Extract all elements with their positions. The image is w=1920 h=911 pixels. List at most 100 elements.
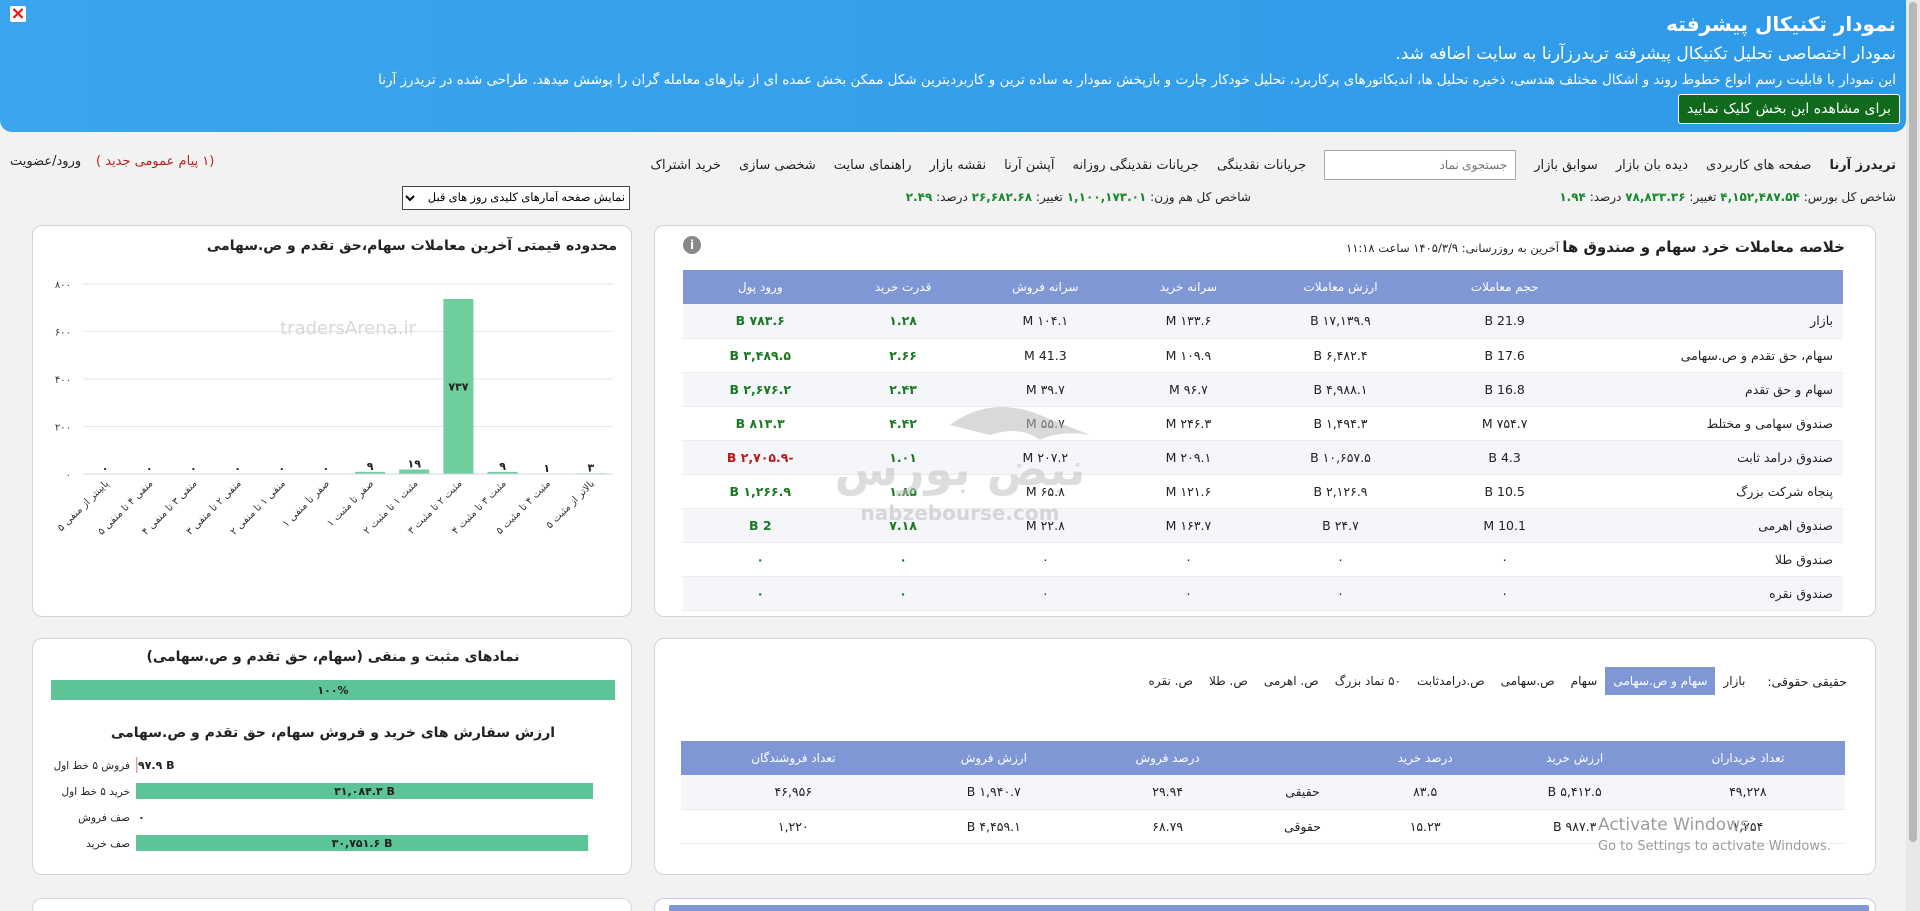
data-label: ۰	[146, 462, 153, 475]
search-input[interactable]	[1324, 150, 1517, 180]
login-link[interactable]: ورود/عضویت	[10, 154, 81, 169]
nav-item-cashflow[interactable]: جریانات نقدینگی	[1217, 158, 1306, 173]
total-index: شاخص کل بورس: ۴,۱۵۲,۴۸۷.۵۴ تغییر: ۷۸,۸۳۳…	[1559, 190, 1896, 204]
row-name: صندوق سهامی و مختلط	[1583, 406, 1843, 441]
y-tick-label: ۶۰۰	[55, 328, 71, 339]
tab-market[interactable]: بازار	[1715, 667, 1753, 695]
total-change-value: ۷۸,۸۳۳.۳۶	[1625, 190, 1686, 204]
summary-header	[1583, 270, 1843, 304]
total-change-label: تغییر:	[1689, 190, 1717, 204]
table-cell: ۴,۴۵۹.۱ B	[905, 809, 1083, 844]
promo-banner: نمودار تکنیکال پیشرفته نمودار اختصاصی تح…	[0, 0, 1906, 132]
nav-item-personalize[interactable]: شخصی سازی	[739, 158, 816, 173]
data-label: ۰	[278, 462, 285, 475]
tab-equity-funds[interactable]: ص.سهامی	[1493, 667, 1563, 695]
summary-header: ورود پول	[683, 270, 838, 304]
table-cell: ۱۵.۲۳	[1351, 809, 1499, 844]
nav-item-watch[interactable]: دیده بان بازار	[1616, 158, 1688, 173]
info-icon[interactable]: i	[683, 236, 701, 254]
data-label: ۹	[367, 460, 374, 473]
real-legal-header: درصد خرید	[1351, 741, 1499, 775]
previous-days-select[interactable]: نمایش صفحه آمارهای کلیدی روز های قبل	[402, 186, 630, 210]
table-cell: ۰	[1254, 542, 1427, 577]
table-cell: ۰	[683, 542, 838, 577]
nav-item-history[interactable]: سوابق بازار	[1534, 158, 1598, 173]
order-category: خرید ۵ خط اول	[62, 786, 130, 798]
table-cell: ۶۸.۷۹	[1082, 809, 1254, 844]
row-name: صندوق نقره	[1583, 576, 1843, 611]
table-cell: ۱۲۱.۶ M	[1122, 474, 1255, 509]
real-legal-header: تعداد خریداران	[1650, 741, 1845, 775]
eq-pct-value: ۲.۴۹	[905, 190, 933, 204]
messages-link[interactable]: (۱ پیام عمومی جدید )	[96, 154, 214, 169]
nav-item-daily-cashflow[interactable]: جریانات نقدینگی روزانه	[1072, 158, 1198, 173]
table-row: صندوق طلا ۰ ۰ ۰ ۰ ۰ ۰	[683, 542, 1843, 577]
table-cell: ۲.۶۶	[837, 338, 969, 373]
table-cell: ۰	[1426, 576, 1583, 611]
eq-pct-label: درصد:	[936, 190, 968, 204]
watermark-url: nabzebourse.com	[861, 501, 1060, 525]
table-row: بازار 21.9 B ۱۷,۱۳۹.۹ B ۱۳۳.۶ M ۱۰۴.۱ M ۱.۲۸ ۷…	[683, 304, 1843, 339]
banner-description: این نمودار با قابلیت رسم انواع خطوط روند…	[378, 72, 1896, 88]
nav-item-option[interactable]: آپشن آرنا	[1004, 158, 1054, 173]
tab-fixed-income[interactable]: ص.درامدثابت	[1409, 667, 1493, 695]
eq-change-value: ۲۶,۶۸۲.۶۸	[971, 190, 1033, 204]
table-row: سهام، حق تقدم و ص.سهامی 17.6 B ۶,۴۸۲.۴ B ۱۰…	[683, 338, 1843, 373]
tab-stocks-funds[interactable]: سهام و ص.سهامی	[1605, 667, 1716, 695]
table-cell: ۲۰۹.۱ M	[1122, 440, 1255, 475]
banner-view-button[interactable]: برای مشاهده این بخش کلیک نمایید	[1677, 94, 1900, 124]
table-cell: ۱۰۴.۱ M	[968, 304, 1123, 339]
row-name: صندوق اهرمی	[1583, 508, 1843, 543]
table-cell: ۱۰,۶۵۷.۵ B	[1254, 440, 1427, 475]
order-label: ۹۷.۹ B	[138, 759, 175, 772]
table-row: ۴۹,۲۲۸ ۵,۴۱۲.۵ B ۸۳.۵ حقیقی ۲۹.۹۴ ۱,۹۴۰.۷ B ۴۶…	[681, 775, 1845, 810]
summary-header: سرانه خرید	[1122, 270, 1255, 304]
table-cell: 16.8 B	[1426, 372, 1583, 407]
nav-item-pages[interactable]: صفحه های کاربردی	[1706, 158, 1811, 173]
row-name: صندوق طلا	[1583, 542, 1843, 577]
data-label: ۰	[102, 462, 109, 475]
posneg-label: ۱۰۰%	[317, 684, 348, 697]
tab-silver[interactable]: ص. نقره	[1141, 667, 1201, 695]
table-cell: ۰	[1426, 542, 1583, 577]
orders-chart: نمادهای مثبت و منفی (سهام، حق تقدم و ص.س…	[51, 649, 615, 851]
nav-item-guide[interactable]: راهنمای سایت	[834, 158, 912, 173]
data-label: ۱	[543, 462, 550, 475]
nav-item-tradersarena[interactable]: تریدرز آرنا	[1829, 158, 1896, 173]
chart-watermark: tradersArena.ir	[280, 318, 416, 339]
eq-index-value: ۱,۱۰۰,۱۷۳.۰۱	[1066, 190, 1147, 204]
tab-gold[interactable]: ص. طلا	[1201, 667, 1256, 695]
summary-header: ارزش معاملات	[1254, 270, 1427, 304]
nav-item-map[interactable]: نقشه بازار	[930, 158, 987, 173]
table-cell: 21.9 B	[1426, 304, 1583, 339]
total-pct-label: درصد:	[1589, 190, 1622, 204]
row-name: صندوق درامد ثابت	[1583, 440, 1843, 475]
table-cell: 41.3 M	[968, 338, 1123, 373]
summary-header: قدرت خرید	[837, 270, 969, 304]
table-cell: ۰	[1254, 576, 1427, 611]
real-legal-header: تعداد فروشندگان	[681, 741, 906, 775]
tab-top50[interactable]: ۵۰ نماد بزرگ	[1327, 667, 1409, 695]
total-pct-value: ۱.۹۴	[1559, 190, 1586, 204]
table-cell: حقوقی	[1253, 809, 1352, 844]
activate-windows: Activate Windows Go to Settings to activ…	[1598, 815, 1831, 854]
close-icon[interactable]: ×	[10, 5, 26, 23]
data-label: ۰	[323, 462, 330, 475]
scrollbar-thumb[interactable]	[1909, 2, 1917, 842]
orders-panel: نمادهای مثبت و منفی (سهام، حق تقدم و ص.س…	[32, 638, 632, 875]
market-tabs: حقیقی حقوقی: بازار سهام و ص.سهامی سهام ص…	[1141, 667, 1847, 695]
nav-item-subscribe[interactable]: خرید اشتراک	[650, 158, 721, 173]
tab-stocks[interactable]: سهام	[1563, 667, 1606, 695]
order-label: ۰	[138, 811, 145, 824]
range-chart: ۸۰۰۶۰۰۴۰۰۲۰۰۰tradersArena.ir۰پایینتر از …	[55, 280, 613, 538]
table-cell: ۶,۴۸۲.۴ B	[1254, 338, 1427, 373]
eq-index: شاخص کل هم وزن: ۱,۱۰۰,۱۷۳.۰۱ تغییر: ۲۶,۶…	[906, 190, 1251, 204]
row-name: بازار	[1583, 304, 1843, 339]
table-cell: ۹۶.۷ M	[1122, 372, 1255, 407]
tab-leverage[interactable]: ص. اهرمی	[1256, 667, 1327, 695]
data-label: ۷۳۷	[448, 380, 468, 393]
table-cell: ۱۰۹.۹ M	[1122, 338, 1255, 373]
watermark-brand: نبض بورس	[835, 442, 1086, 496]
vertical-scrollbar[interactable]	[1906, 0, 1920, 911]
data-label: ۰	[234, 462, 241, 475]
